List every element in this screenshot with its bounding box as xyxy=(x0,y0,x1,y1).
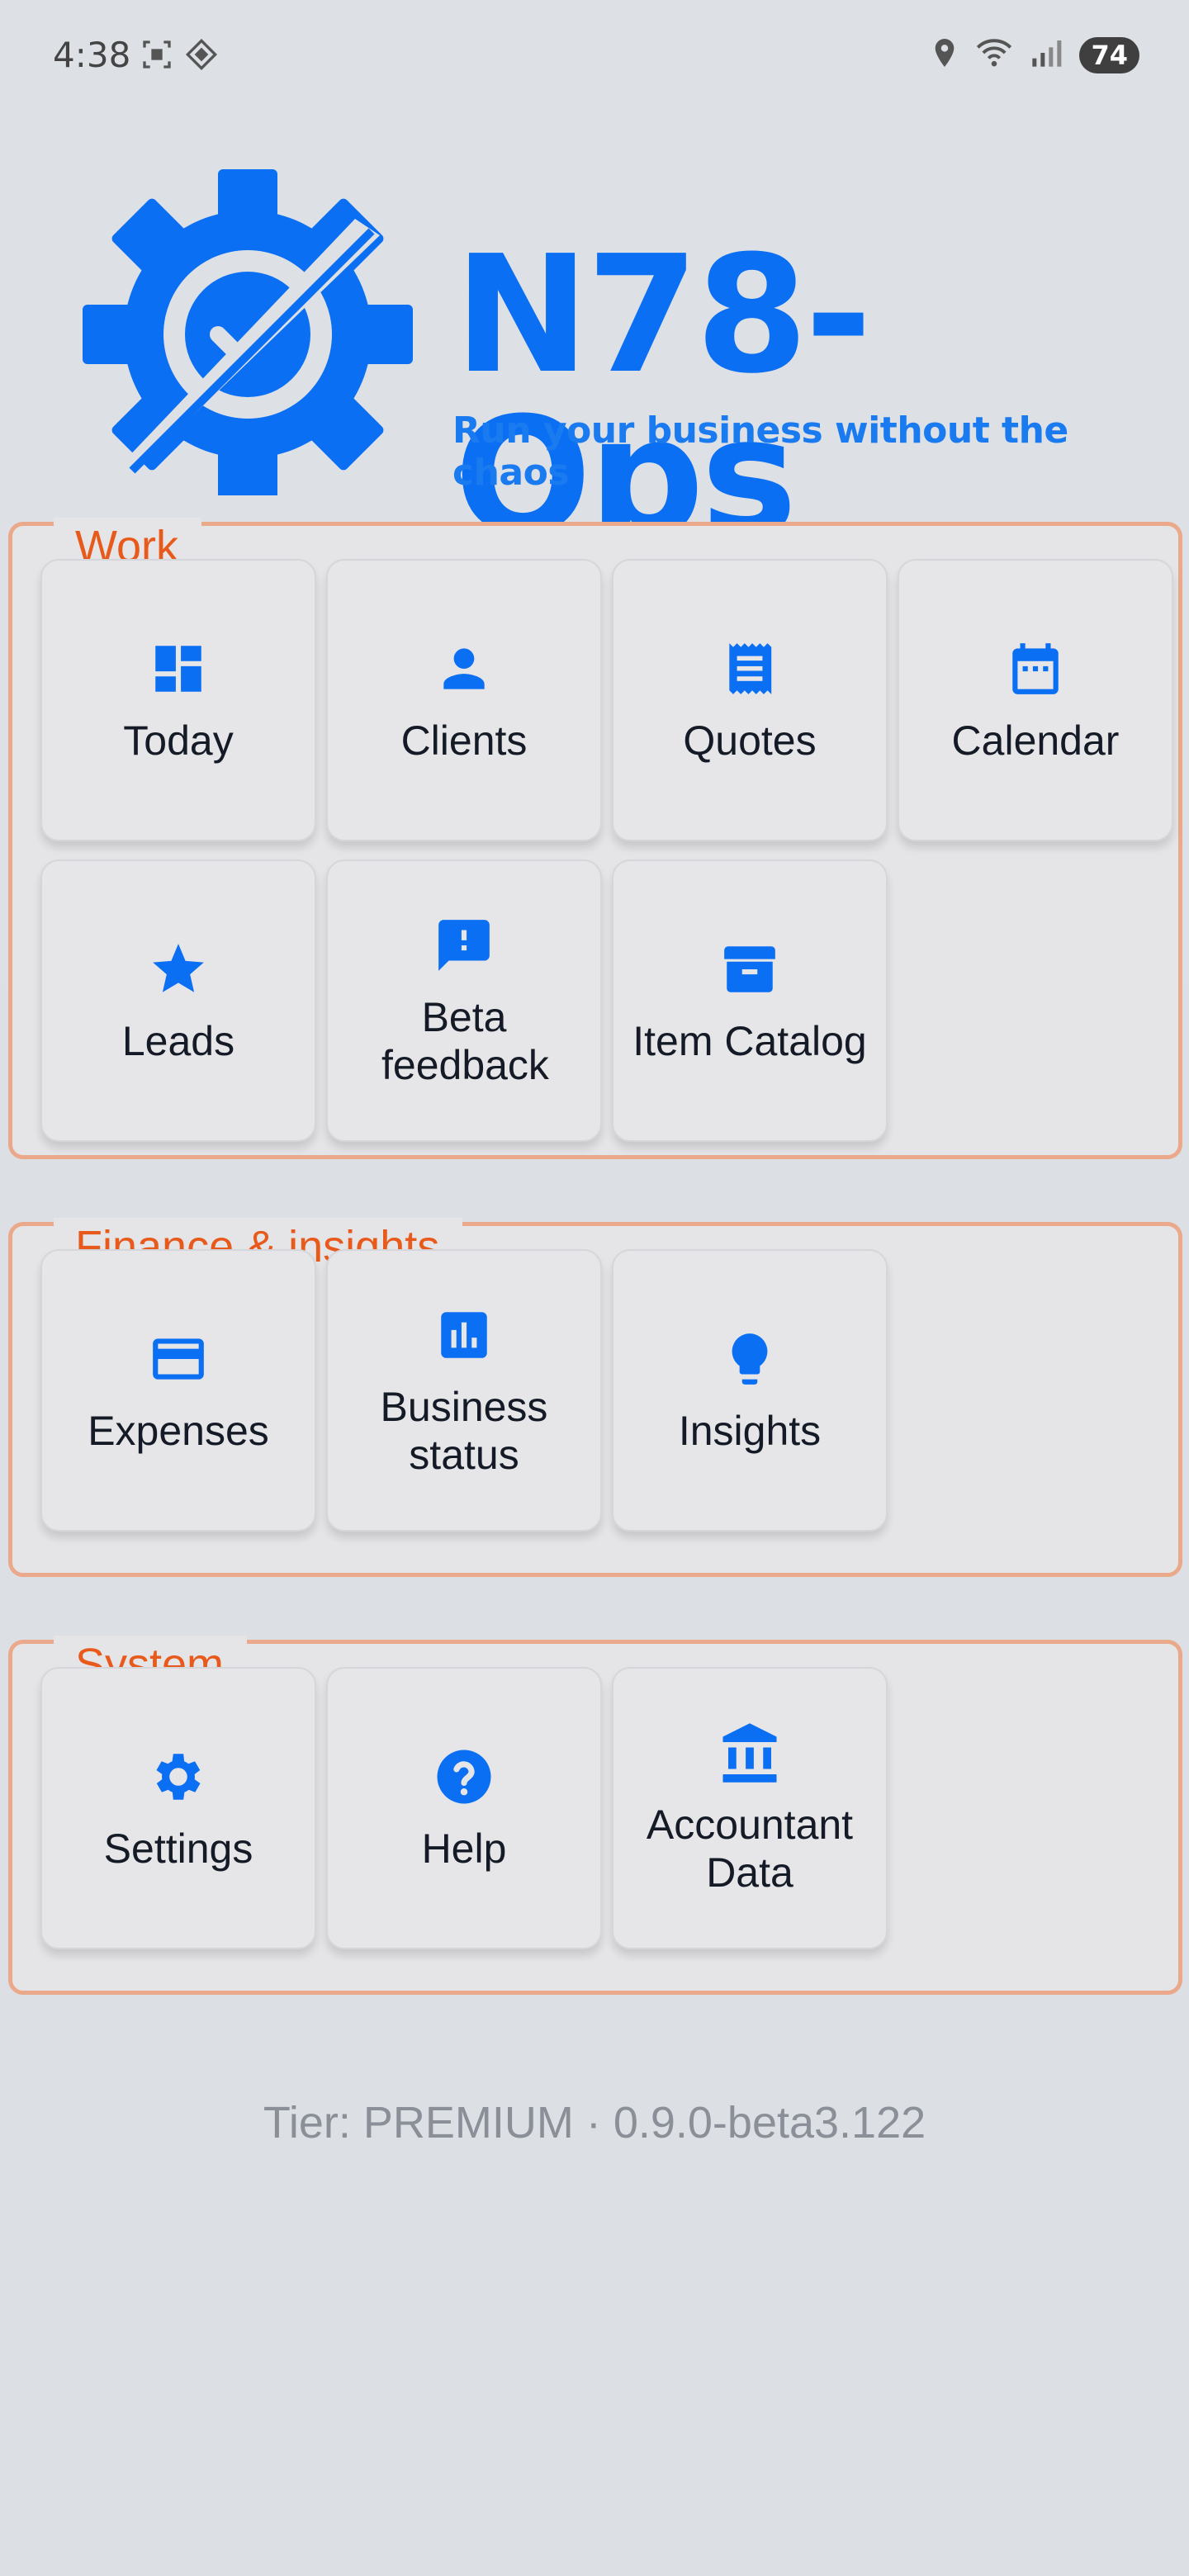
app-logo: N78-Ops Run your business without the ch… xyxy=(74,165,1131,558)
tile-label: Beta feedback xyxy=(381,994,549,1088)
person-icon xyxy=(431,636,497,702)
location-icon xyxy=(931,36,959,73)
tile-today[interactable]: Today xyxy=(40,559,316,841)
tile-insights[interactable]: Insights xyxy=(612,1249,888,1532)
tile-label: Leads xyxy=(121,1018,235,1064)
tile-settings[interactable]: Settings xyxy=(40,1667,316,1949)
status-time: 4:38 xyxy=(53,35,131,75)
lightbulb-icon xyxy=(717,1326,783,1392)
tile-label: Settings xyxy=(103,1825,253,1872)
tile-label: Item Catalog xyxy=(632,1018,867,1064)
tile-label: Help xyxy=(421,1825,507,1872)
star-icon xyxy=(145,936,211,1002)
tile-label: Clients xyxy=(400,717,528,764)
gear-icon xyxy=(145,1744,211,1810)
tile-clients[interactable]: Clients xyxy=(326,559,602,841)
bank-icon xyxy=(717,1720,783,1786)
calendar-icon xyxy=(1002,636,1068,702)
tile-label: Today xyxy=(123,717,234,764)
tile-quotes[interactable]: Quotes xyxy=(612,559,888,841)
home-screen: 4:38 74 N78-Ops Run your business withou… xyxy=(0,0,1189,2576)
tile-beta-feedback[interactable]: Beta feedback xyxy=(326,859,602,1142)
tile-label: Accountant Data xyxy=(646,1802,854,1896)
tile-label: Business status xyxy=(380,1384,548,1478)
diamond-icon xyxy=(185,38,218,75)
tier-version-text: Tier: PREMIUM · 0.9.0-beta3.122 xyxy=(263,2098,926,2147)
gear-check-logo-icon xyxy=(83,169,413,495)
signal-icon xyxy=(1030,36,1063,73)
feedback-icon xyxy=(431,912,497,978)
tile-business-status[interactable]: Business status xyxy=(326,1249,602,1532)
tile-calendar[interactable]: Calendar xyxy=(898,559,1173,841)
brand-tagline: Run your business without the chaos xyxy=(452,410,1068,494)
help-icon xyxy=(431,1744,497,1810)
tile-label: Calendar xyxy=(951,717,1120,764)
battery-indicator: 74 xyxy=(1079,36,1139,73)
tile-expenses[interactable]: Expenses xyxy=(40,1249,316,1532)
section-work: Work Today Clients Quotes Calendar Leads… xyxy=(8,518,1182,1159)
dashboard-icon xyxy=(145,636,211,702)
brand-name: N78-Ops xyxy=(454,221,872,571)
status-bar: 4:38 74 xyxy=(0,0,1189,107)
tile-label: Expenses xyxy=(88,1408,269,1454)
section-finance-insights: Finance & insights Expenses Business sta… xyxy=(8,1218,1182,1577)
tile-label: Quotes xyxy=(683,717,817,764)
screenshot-icon xyxy=(140,38,173,75)
section-system: System Settings Help Accountant Data xyxy=(8,1636,1182,1995)
receipt-icon xyxy=(717,636,783,702)
credit-card-icon xyxy=(145,1326,211,1392)
tile-accountant-data[interactable]: Accountant Data xyxy=(612,1667,888,1949)
wifi-icon xyxy=(975,36,1013,73)
tile-help[interactable]: Help xyxy=(326,1667,602,1949)
tile-leads[interactable]: Leads xyxy=(40,859,316,1142)
tile-item-catalog[interactable]: Item Catalog xyxy=(612,859,888,1142)
tile-label: Insights xyxy=(678,1408,822,1454)
bar-chart-icon xyxy=(431,1302,497,1368)
archive-icon xyxy=(717,936,783,1002)
